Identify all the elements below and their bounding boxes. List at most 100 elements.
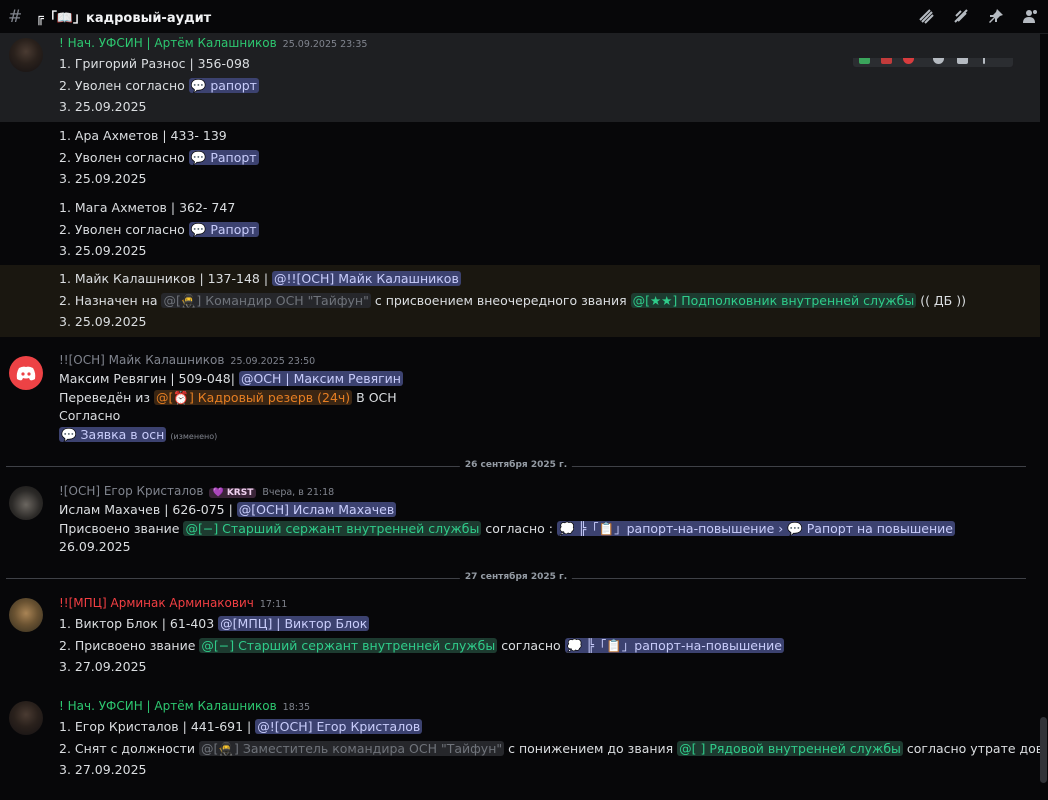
author-name[interactable]: ![ОСН] Егор Кристалов (59, 484, 203, 498)
message: ![ОСН] Егор Кристалов 💜 KRST Вчера, в 21:1… (0, 484, 1040, 557)
message-line: 2. Снят с должности @[🥷] Заместитель ком… (59, 738, 1040, 760)
message-text: Ислам Махачев | 626-075 | (59, 502, 233, 517)
reaction-cross-icon[interactable] (881, 58, 892, 64)
message: !![ОСН] Майк Калашников 25.09.2025 23:50 … (0, 353, 1040, 444)
channel-link[interactable]: 💭 ╠「📋」рапорт-на-повышение (564, 637, 784, 653)
message-line: Максим Ревягин | 509-048| @ОСН | Максим … (59, 370, 1028, 389)
message-line: 2. Уволен согласно 💬 Рапорт (59, 219, 1028, 241)
message-line: 3. 25.09.2025 (59, 314, 147, 330)
role-mention[interactable]: @[−] Старший сержант внутренней службы (199, 637, 498, 653)
role-mention[interactable]: @[ ] Рядовой внутренней службы (677, 740, 903, 756)
thread-name: рапорт (210, 77, 257, 93)
thread-link[interactable]: 💬 Рапорт (188, 149, 259, 165)
message-line: 1. Ара Ахметов | 433- 139 (59, 128, 227, 143)
message-line: Ислам Махачев | 626-075 | @[ОСН] Ислам М… (59, 501, 1028, 520)
role-mention[interactable]: @[⏰] Кадровый резерв (24ч) (154, 389, 353, 405)
channel-header: # ╔「📖」кадровый-аудит (0, 0, 1048, 34)
message-text: Максим Ревягин | 509-048| (59, 371, 235, 386)
message-line: 2. Уволен согласно 💬 Рапорт (59, 147, 1028, 169)
message-text: 2. Назначен на (59, 292, 158, 308)
thread-name: Заявка в осн (80, 426, 165, 442)
date-divider: 27 сентября 2025 г. (6, 572, 1026, 582)
avatar[interactable] (9, 356, 43, 390)
add-reaction-icon[interactable] (933, 58, 944, 64)
thread-link[interactable]: 💬 Заявка в осн (59, 426, 167, 442)
role-mention[interactable]: @[−] Старший сержант внутренней службы (183, 520, 482, 536)
message-text: 2. Уволен согласно (59, 149, 185, 165)
message-text: 2. Присвоено звание (59, 637, 196, 653)
avatar[interactable] (9, 701, 43, 735)
message-line: 3. 25.09.2025 (59, 99, 147, 115)
message-line: 3. 27.09.2025 (59, 762, 147, 778)
message-text: с присвоением внеочередного звания (374, 292, 627, 308)
message: 1. Мага Ахметов | 362- 747 2. Уволен сог… (0, 197, 1040, 262)
message-line: 1. Виктор Блок | 61-403 @[МПЦ] | Виктор … (59, 613, 1028, 635)
message-text: Переведён из (59, 389, 151, 405)
message-text: согласно утрате доверия (906, 740, 1040, 756)
message-text: 2. Уволен согласно (59, 221, 185, 237)
message-text: 1. Майк Калашников | 137-148 | (59, 271, 269, 286)
user-mention[interactable]: @!![ОСН] Майк Калашников (272, 271, 461, 286)
author-name[interactable]: !![МПЦ] Арминак Арминакович (59, 596, 254, 610)
role-mention[interactable]: @[🥷] Командир ОСН "Тайфун" (161, 292, 371, 308)
channel-link[interactable]: 💭 ╠「📋」рапорт-на-повышение › 💬 Рапорт на … (556, 520, 955, 536)
message: 1. Ара Ахметов | 433- 139 2. Уволен согл… (0, 125, 1040, 190)
user-mention[interactable]: @[ОСН] Ислам Махачев (236, 502, 397, 517)
channel-name: ╔「📖」кадровый-аудит (36, 11, 212, 26)
discord-logo-icon (16, 366, 36, 380)
more-options-icon[interactable] (983, 58, 985, 64)
avatar[interactable] (9, 38, 43, 72)
role-mention[interactable]: @[★★] Подполковник внутренней службы (630, 292, 917, 308)
author-name[interactable]: ! Нач. УФСИН | Артём Калашников (59, 36, 277, 50)
member-list-icon[interactable] (1022, 7, 1040, 25)
channel-link-name: ╠「📋」рапорт-на-повышение (578, 520, 775, 536)
user-mention[interactable]: @![ОСН] Егор Кристалов (255, 719, 423, 734)
message-text: согласно (501, 637, 561, 653)
message-actions-bar[interactable] (852, 58, 1014, 68)
avatar[interactable] (9, 486, 43, 520)
reply-icon[interactable] (957, 58, 968, 64)
message-text: 1. Виктор Блок | 61-403 (59, 616, 215, 631)
message: ! Нач. УФСИН | Артём Калашников 18:35 1. … (0, 699, 1040, 781)
message-line: 1. Егор Кристалов | 441-691 | @![ОСН] Ег… (59, 716, 1028, 738)
reaction-check-icon[interactable] (859, 58, 870, 64)
guild-tag-badge[interactable]: 💜 KRST (209, 488, 257, 498)
message-text: (( ДБ )) (920, 292, 966, 308)
timestamp: 18:35 (282, 702, 311, 713)
message-line: Присвоено звание @[−] Старший сержант вн… (59, 520, 1028, 539)
thread-link[interactable]: 💬 Рапорт (188, 221, 259, 237)
message-line: 1. Майк Калашников | 137-148 | @!![ОСН] … (59, 268, 1028, 290)
threads-icon[interactable] (917, 7, 935, 25)
timestamp: 25.09.2025 23:50 (230, 356, 316, 367)
author-name[interactable]: !![ОСН] Майк Калашников (59, 353, 224, 367)
message-line: 2. Уволен согласно 💬 рапорт (59, 75, 1028, 97)
author-name[interactable]: ! Нач. УФСИН | Артём Калашников (59, 699, 277, 713)
message-line: 3. 27.09.2025 (59, 659, 147, 675)
header-toolbar (917, 7, 1040, 25)
thread-name: Рапорт на повышение (806, 520, 953, 536)
message-text: с понижением до звания (508, 740, 674, 756)
scrollbar-thumb[interactable] (1040, 717, 1047, 783)
message-text: 2. Снят с должности (59, 740, 196, 756)
message-line: 2. Присвоено звание @[−] Старший сержант… (59, 635, 1028, 657)
timestamp: 25.09.2025 23:35 (282, 39, 368, 50)
message: 1. Майк Калашников | 137-148 | @!![ОСН] … (0, 265, 1040, 337)
message-line: 3. 25.09.2025 (59, 171, 147, 187)
message-text: 2. Уволен согласно (59, 77, 185, 93)
reaction-heart-icon[interactable] (903, 58, 914, 64)
message: !![МПЦ] Арминак Арминакович 17:11 1. Викт… (0, 596, 1040, 678)
user-mention[interactable]: @[МПЦ] | Виктор Блок (218, 616, 370, 631)
message-text: В ОСН (356, 389, 397, 405)
date-divider-label: 26 сентября 2025 г. (459, 460, 573, 470)
thread-link[interactable]: 💬 рапорт (188, 77, 259, 93)
user-mention[interactable]: @ОСН | Максим Ревягин (238, 371, 403, 386)
message-list: ! Нач. УФСИН | Артём Калашников 25.09.202… (0, 34, 1040, 800)
pin-icon[interactable] (987, 7, 1005, 25)
mute-notifications-icon[interactable] (952, 7, 970, 25)
message-line: 26.09.2025 (59, 539, 131, 554)
role-mention[interactable]: @[🥷] Заместитель командира ОСН "Тайфун" (199, 740, 505, 756)
edited-marker: (изменено) (170, 431, 218, 441)
message-line: 1. Мага Ахметов | 362- 747 (59, 200, 236, 215)
avatar[interactable] (9, 598, 43, 632)
message-line: Согласно (59, 408, 121, 423)
